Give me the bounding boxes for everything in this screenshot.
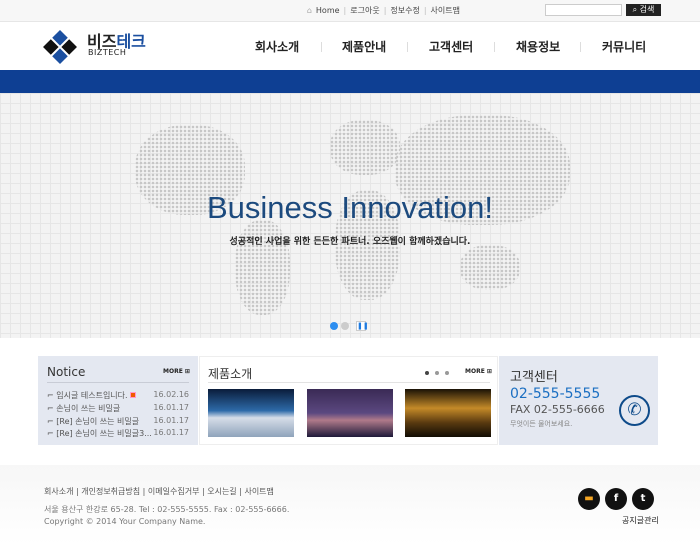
product-thumbnail[interactable]: [208, 389, 294, 437]
map-europe: [330, 120, 400, 175]
cs-title: 고객센터: [510, 370, 558, 385]
nav-divider: [580, 42, 581, 52]
home-icon: ⌂: [306, 6, 312, 15]
footer-link[interactable]: 개인정보취급방침: [81, 487, 140, 496]
nav-divider: [321, 42, 322, 52]
divider: [47, 382, 189, 383]
search-button-label: 검색: [639, 5, 655, 14]
cs-fax: FAX 02-555-6666: [510, 403, 605, 416]
cs-phone: 02-555-5555: [510, 386, 601, 402]
notice-item[interactable]: ⌐ [Re] 손님이 쓰는 비밀글3... 16.01.17: [47, 428, 189, 439]
notice-more-button[interactable]: MORE ⊞: [163, 368, 190, 375]
hero-title: Business Innovation!: [206, 190, 494, 225]
link-home[interactable]: Home: [316, 6, 340, 15]
footer-link[interactable]: 회사소개: [44, 487, 73, 496]
phone-icon: ✆: [619, 395, 650, 426]
logo-subtext: BIZTECH: [88, 48, 127, 57]
footer-copyright: Copyright © 2014 Your Company Name.: [44, 517, 206, 526]
search-icon: ⌕: [632, 5, 638, 14]
twitter-icon[interactable]: t: [632, 488, 654, 510]
link-edit-profile[interactable]: 정보수정: [390, 5, 419, 16]
top-links: ⌂ Home | 로그아웃 | 정보수정 | 사이트맵: [306, 5, 460, 16]
map-australia: [460, 245, 520, 290]
admin-link[interactable]: 공지글관리: [622, 515, 659, 526]
nav-community[interactable]: 커뮤니티: [602, 38, 646, 55]
link-sitemap[interactable]: 사이트맵: [431, 5, 460, 16]
divider: [208, 382, 490, 383]
hero-subtitle: 성공적인 사업을 위한 든든한 파트너. 오즈웹이 함께하겠습니다.: [229, 237, 471, 247]
footer-links: 회사소개 | 개인정보취급방침 | 이메일수집거부 | 오시는길 | 사이트맵: [44, 487, 274, 496]
footer-link[interactable]: 사이트맵: [244, 487, 273, 496]
nav-support[interactable]: 고객센터: [429, 38, 473, 55]
notice-title: Notice: [47, 365, 86, 379]
nav-company[interactable]: 회사소개: [255, 38, 299, 55]
chat-icon[interactable]: ▬: [578, 488, 600, 510]
products-pager[interactable]: [425, 371, 449, 375]
footer-address: 서울 용산구 한강로 65-28. Tel : 02-555-5555. Fax…: [44, 505, 290, 514]
footer-link[interactable]: 이메일수집거부: [148, 487, 200, 496]
footer-link[interactable]: 오시는길: [207, 487, 236, 496]
nav-bar: [0, 70, 700, 93]
nav-divider: [407, 42, 408, 52]
notice-item[interactable]: ⌐ 임시글 테스트입니다. 16.02.16: [47, 390, 189, 401]
slide-dot[interactable]: [341, 322, 349, 330]
cs-note: 무엇이든 물어보세요.: [510, 420, 573, 428]
link-logout[interactable]: 로그아웃: [350, 5, 379, 16]
slide-dot-active[interactable]: [330, 322, 338, 330]
facebook-icon[interactable]: f: [605, 488, 627, 510]
notice-item[interactable]: ⌐ 손님이 쓰는 비밀글 16.01.17: [47, 403, 189, 414]
pause-icon[interactable]: ❚❚: [356, 321, 369, 331]
products-more-button[interactable]: MORE ⊞: [465, 368, 492, 375]
new-badge-icon: [130, 392, 137, 398]
search-button[interactable]: ⌕ 검색: [626, 4, 661, 16]
product-thumbnail[interactable]: [307, 389, 393, 437]
product-thumbnail[interactable]: [405, 389, 491, 437]
nav-divider: [494, 42, 495, 52]
nav-products[interactable]: 제품안내: [342, 38, 386, 55]
nav-careers[interactable]: 채용정보: [516, 38, 560, 55]
products-title: 제품소개: [208, 367, 253, 381]
search-input[interactable]: [545, 4, 622, 16]
logo-icon: [43, 30, 77, 64]
notice-item[interactable]: ⌐ [Re] 손님이 쓰는 비밀글 16.01.17: [47, 416, 189, 427]
